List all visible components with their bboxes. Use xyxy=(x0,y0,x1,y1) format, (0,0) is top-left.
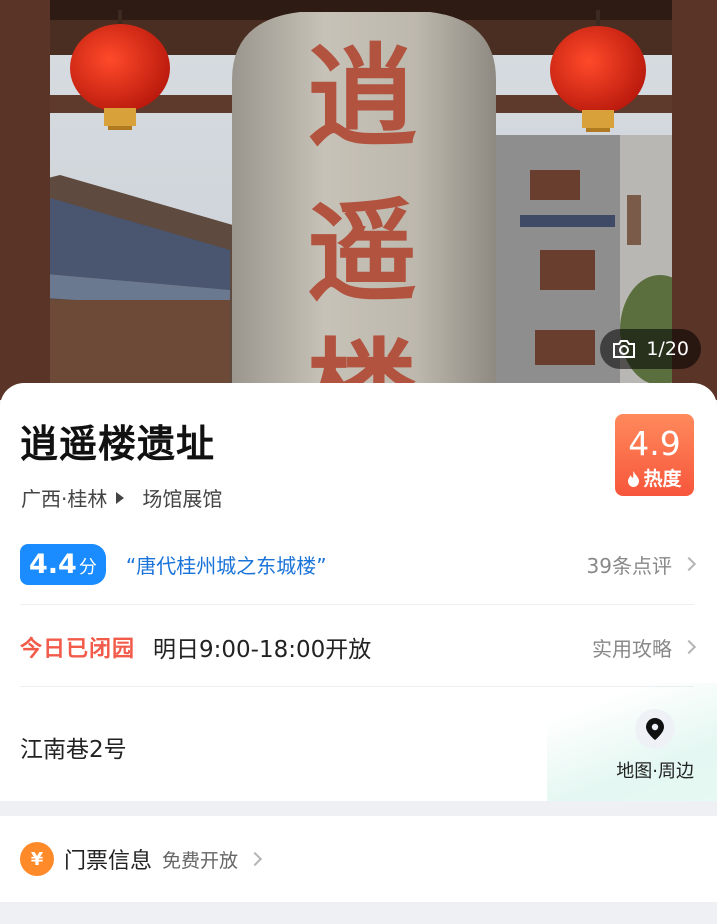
flame-icon xyxy=(627,470,640,487)
map-pin-icon xyxy=(635,709,676,749)
camera-icon xyxy=(612,339,636,359)
ticket-label: 门票信息 xyxy=(64,849,153,874)
ticket-price-status: 免费开放 xyxy=(162,849,239,872)
reviews-count: 39条点评 xyxy=(586,553,672,578)
map-nearby-button[interactable]: 地图·周边 xyxy=(616,709,694,783)
open-status: 今日已闭园 xyxy=(20,637,136,662)
photo-counter-text: 1/20 xyxy=(646,338,689,360)
ticket-yen-icon: ¥ xyxy=(20,842,54,876)
next-open-hours: 明日9:00-18:00开放 xyxy=(153,637,372,663)
chevron-right-icon xyxy=(247,851,263,867)
review-quote: “唐代桂州城之东城楼” xyxy=(125,553,327,578)
rating-unit: 分 xyxy=(78,557,97,578)
rating-row[interactable]: 4.4 分 “唐代桂州城之东城楼” 39条点评 xyxy=(20,540,697,588)
hours-row[interactable]: 今日已闭园 明日9:00-18:00开放 实用攻略 xyxy=(20,623,697,671)
reviews-link[interactable]: 39条点评 xyxy=(586,550,697,579)
photo-counter[interactable]: 1/20 xyxy=(600,329,701,369)
guide-link[interactable]: 实用攻略 xyxy=(592,633,697,662)
divider xyxy=(20,604,694,605)
place-info-card: 逍遥楼遗址 广西·桂林 场馆展馆 4.9 热度 4.4 分 “唐代桂州城之东城楼… xyxy=(0,383,717,801)
heat-label: 热度 xyxy=(643,468,682,490)
heat-label-group: 热度 xyxy=(615,464,694,491)
address-row[interactable]: 江南巷2号 地图·周边 xyxy=(20,709,694,782)
rating-score-pill: 4.4 分 xyxy=(20,543,106,585)
chevron-right-icon xyxy=(681,556,697,572)
category-label: 场馆展馆 xyxy=(142,487,223,511)
address-text: 江南巷2号 xyxy=(20,737,127,763)
heat-score: 4.9 xyxy=(628,424,681,463)
caret-right-icon xyxy=(116,491,125,504)
rating-score: 4.4 xyxy=(29,548,77,580)
stele-character: 逍 xyxy=(307,32,417,161)
guide-label: 实用攻略 xyxy=(592,636,672,661)
stele-character: 遥 xyxy=(307,187,417,316)
map-nearby-label: 地图·周边 xyxy=(616,761,694,782)
chevron-right-icon xyxy=(681,639,697,655)
region-label: 广西·桂林 xyxy=(21,487,108,511)
hero-photo[interactable]: 逍 遥 楼 1/20 xyxy=(0,0,717,400)
place-location[interactable]: 广西·桂林 场馆展馆 xyxy=(21,483,222,512)
place-title: 逍遥楼遗址 xyxy=(20,422,216,466)
heat-badge[interactable]: 4.9 热度 xyxy=(615,414,694,496)
ticket-info-row[interactable]: ¥ 门票信息 免费开放 xyxy=(0,816,717,902)
